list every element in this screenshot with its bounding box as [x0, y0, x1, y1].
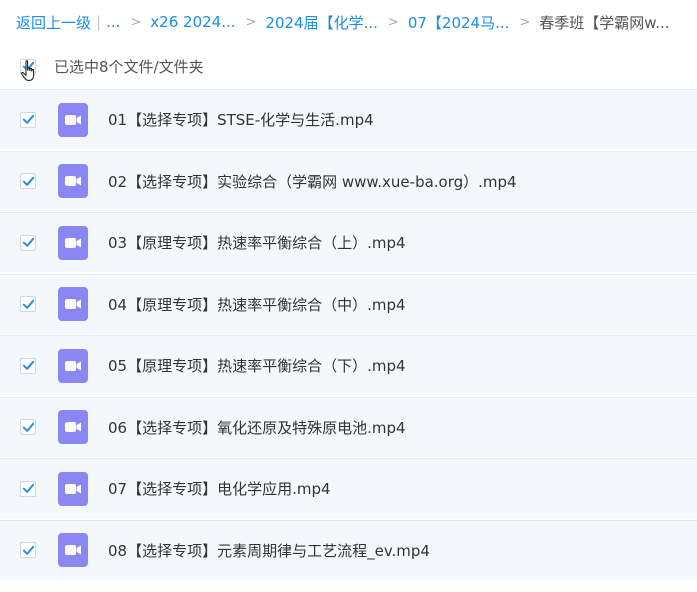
selection-bar: 已选中8个文件/文件夹	[0, 44, 697, 89]
check-icon	[22, 545, 34, 555]
selection-count: 已选中8个文件/文件夹	[54, 58, 204, 76]
check-icon	[22, 483, 34, 493]
breadcrumb-divider: |	[96, 13, 102, 31]
breadcrumb-item[interactable]: x26 2024...	[150, 13, 235, 31]
file-row[interactable]: 05【原理专项】热速率平衡综合（下）.mp4	[0, 335, 697, 395]
video-file-icon	[58, 533, 88, 567]
breadcrumb-current: 春季班【学霸网w...	[539, 13, 670, 32]
video-file-icon	[58, 102, 88, 137]
file-name[interactable]: 07【选择专项】电化学应用.mp4	[108, 478, 331, 499]
check-icon	[22, 422, 34, 432]
file-checkbox[interactable]	[20, 173, 36, 189]
chevron-right-icon: >	[387, 14, 399, 30]
video-file-icon	[58, 225, 88, 260]
file-row[interactable]: 06【选择专项】氧化还原及特殊原电池.mp4	[0, 396, 697, 457]
video-file-icon	[58, 410, 88, 444]
check-icon	[22, 360, 34, 370]
chevron-right-icon: >	[519, 14, 531, 30]
check-icon	[22, 114, 34, 124]
file-checkbox[interactable]	[20, 296, 36, 312]
file-checkbox[interactable]	[20, 542, 36, 558]
file-name[interactable]: 08【选择专项】元素周期律与工艺流程_ev.mp4	[108, 540, 430, 561]
file-checkbox[interactable]	[20, 234, 36, 251]
file-row[interactable]: 04【原理专项】热速率平衡综合（中）.mp4	[0, 273, 697, 334]
file-name[interactable]: 04【原理专项】热速率平衡综合（中）.mp4	[108, 294, 406, 315]
check-icon	[22, 237, 34, 247]
breadcrumb-item[interactable]: 2024届【化学...	[265, 12, 377, 33]
file-checkbox[interactable]	[20, 480, 36, 497]
video-file-icon	[58, 348, 88, 383]
file-name[interactable]: 03【原理专项】热速率平衡综合（上）.mp4	[108, 232, 406, 253]
check-icon	[22, 299, 34, 309]
file-name[interactable]: 02【选择专项】实验综合（学霸网 www.xue-ba.org）.mp4	[108, 171, 517, 192]
check-icon	[22, 61, 34, 71]
file-name[interactable]: 06【选择专项】氧化还原及特殊原电池.mp4	[108, 417, 406, 438]
breadcrumb-item[interactable]: 07【2024马...	[408, 12, 510, 33]
check-icon	[22, 176, 34, 186]
file-list: 01【选择专项】STSE-化学与生活.mp4 02【选择专项】实验综合（学霸网 …	[0, 89, 697, 580]
file-name[interactable]: 01【选择专项】STSE-化学与生活.mp4	[108, 109, 374, 130]
file-row[interactable]: 03【原理专项】热速率平衡综合（上）.mp4	[0, 212, 697, 272]
file-row[interactable]: 08【选择专项】元素周期律与工艺流程_ev.mp4	[0, 519, 697, 580]
video-file-icon	[58, 164, 88, 198]
video-file-icon	[58, 287, 88, 321]
file-row[interactable]: 02【选择专项】实验综合（学霸网 www.xue-ba.org）.mp4	[0, 150, 697, 211]
file-row[interactable]: 07【选择专项】电化学应用.mp4	[0, 458, 697, 518]
chevron-right-icon: >	[130, 14, 142, 30]
select-all-checkbox[interactable]	[20, 58, 36, 75]
breadcrumb: 返回上一级 | ... > x26 2024... > 2024届【化学... …	[0, 0, 697, 44]
file-row[interactable]: 01【选择专项】STSE-化学与生活.mp4	[0, 89, 697, 149]
file-checkbox[interactable]	[20, 111, 36, 128]
back-link[interactable]: 返回上一级	[16, 12, 91, 33]
video-file-icon	[58, 471, 88, 506]
chevron-right-icon: >	[245, 14, 257, 30]
file-checkbox[interactable]	[20, 419, 36, 435]
file-name[interactable]: 05【原理专项】热速率平衡综合（下）.mp4	[108, 355, 406, 376]
file-checkbox[interactable]	[20, 357, 36, 374]
breadcrumb-ellipsis[interactable]: ...	[106, 13, 120, 31]
